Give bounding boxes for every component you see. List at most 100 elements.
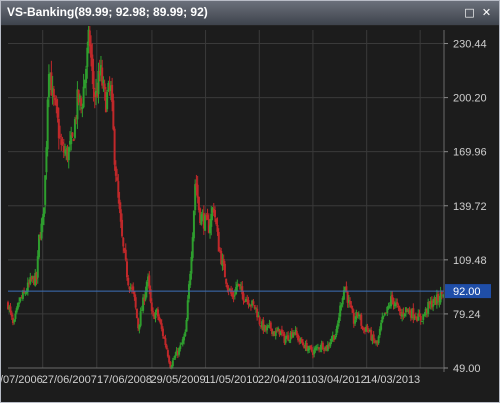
candle-body	[437, 294, 440, 301]
candle-body	[295, 331, 298, 336]
candle-body	[24, 293, 27, 295]
candle-body	[156, 309, 159, 317]
candle-body	[26, 282, 29, 292]
candle-body	[382, 315, 385, 317]
candle-body	[323, 349, 326, 351]
candle-body	[164, 338, 167, 346]
restore-icon[interactable]: □	[463, 6, 476, 19]
candle-body	[226, 284, 229, 289]
candle-body	[154, 312, 157, 319]
candle-body	[321, 342, 324, 350]
chart-area[interactable]: 49.00 79.24 109.48 139.72 169.96 200.20 230.44…	[0, 20, 499, 402]
candle-body	[117, 181, 120, 198]
x-tick-label: 22/04/2011	[258, 374, 312, 386]
candle-body	[213, 210, 216, 218]
candle-body	[85, 69, 88, 84]
candle-body	[59, 135, 62, 137]
candle-body	[15, 308, 18, 313]
candle-body	[25, 291, 28, 294]
candle-body	[354, 320, 357, 324]
candle-body	[398, 307, 401, 312]
candle-body	[380, 322, 383, 330]
candle-body	[257, 316, 260, 318]
candle-body	[288, 339, 291, 342]
candle-body	[82, 86, 85, 108]
candle-body	[135, 308, 138, 319]
candle-body	[60, 139, 63, 145]
candle-body	[378, 328, 381, 336]
candle-body	[185, 319, 188, 332]
candle-body	[159, 319, 162, 324]
candle-body	[139, 311, 142, 326]
candle-body	[360, 314, 363, 326]
candle-body	[241, 286, 244, 295]
candle-body	[186, 300, 189, 320]
candle-body	[432, 304, 435, 307]
candle-body	[204, 215, 207, 231]
y-tick-label: 49.00	[453, 363, 481, 375]
candle-body	[56, 107, 59, 118]
candle-body	[339, 305, 342, 317]
candle-body	[440, 291, 443, 294]
candle-body	[266, 326, 269, 331]
candle-body	[217, 231, 220, 252]
candle-body	[125, 261, 128, 278]
price-chart[interactable]: 49.00 79.24 109.48 139.72 169.96 200.20 230.44…	[0, 20, 499, 402]
candle-body	[254, 307, 257, 309]
candle-body	[111, 84, 114, 102]
close-icon[interactable]: ✕	[480, 6, 493, 19]
candle-body	[88, 30, 91, 47]
candle-body	[92, 71, 95, 90]
candle-body	[119, 209, 122, 222]
candle-body	[242, 293, 245, 301]
candle-body	[61, 142, 64, 144]
candle-body	[377, 336, 380, 344]
candle-body	[72, 139, 75, 142]
candle-body	[124, 249, 127, 260]
candle-body	[258, 317, 261, 325]
candle-body	[114, 166, 117, 176]
candle-body	[350, 305, 353, 308]
candle-body	[366, 325, 369, 330]
candle-body	[179, 345, 182, 349]
candle-body	[329, 342, 332, 347]
x-tick-label: 29/05/2009	[151, 374, 206, 386]
candle-body	[335, 329, 338, 336]
candle-body	[314, 348, 317, 351]
candle-body	[165, 345, 168, 350]
candle-body	[166, 350, 169, 357]
candle-body	[381, 316, 384, 323]
candle-body	[52, 88, 55, 98]
x-tick-label: 17/06/2008	[97, 374, 152, 386]
title-bar[interactable]: VS-Banking(89.99; 92.98; 89.99; 92) □ ✕	[1, 1, 499, 26]
candle-body	[427, 301, 430, 314]
candle-body	[16, 303, 19, 309]
candle-body	[287, 335, 290, 341]
candle-body	[233, 294, 236, 296]
candle-body	[206, 215, 209, 220]
candle-body	[171, 360, 174, 367]
candle-body	[247, 299, 250, 306]
candle-body	[336, 323, 339, 329]
candle-body	[190, 256, 193, 274]
candle-body	[256, 308, 259, 318]
candle-body	[191, 237, 194, 258]
candle-body	[173, 358, 176, 360]
candle-body	[168, 356, 171, 363]
x-tick-label: 13/07/2006	[1, 374, 43, 386]
candle-body	[215, 219, 218, 225]
candle-body	[152, 311, 155, 313]
candle-body	[41, 216, 44, 225]
candle-body	[392, 297, 395, 306]
x-tick-label: 03/04/2012	[312, 374, 367, 386]
candle-body	[44, 175, 47, 205]
candle-body	[45, 147, 48, 173]
candle-body	[42, 207, 45, 217]
candle-body	[210, 213, 213, 227]
candle-body	[200, 214, 203, 225]
window-title: VS-Banking(89.99; 92.98; 89.99; 92)	[7, 5, 208, 19]
last-price-label: 92.00	[453, 286, 481, 298]
candle-body	[103, 83, 106, 90]
y-tick-label: 139.72	[453, 201, 487, 213]
candle-body	[46, 99, 49, 150]
